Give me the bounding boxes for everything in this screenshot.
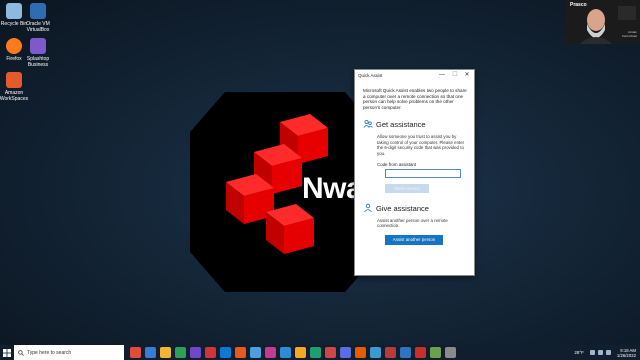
quick-assist-window: Quick Assist — ☐ ✕ Microsoft Quick Assis…	[354, 69, 475, 276]
taskbar-app-icon[interactable]	[280, 347, 291, 358]
taskbar-app-icon[interactable]	[370, 347, 381, 358]
desktop-icon-splashtop[interactable]: Splashtop Business	[23, 38, 53, 68]
taskbar-app-icon[interactable]	[430, 347, 441, 358]
taskbar-app-icon[interactable]	[175, 347, 186, 358]
volume-icon[interactable]	[597, 350, 603, 355]
splashtop-icon	[30, 38, 46, 54]
get-assistance-section: Get assistance	[363, 119, 468, 129]
amazon-workspaces-icon	[6, 72, 22, 88]
clock-time: 9:18 AM	[620, 347, 636, 353]
give-assistance-section: Give assistance	[363, 203, 468, 213]
people-icon	[363, 120, 373, 129]
presenter-caption: Jordan Carmichael	[622, 30, 637, 38]
windows-logo-icon	[3, 348, 11, 357]
battery-icon[interactable]	[605, 350, 611, 355]
presenter-name: Prasco	[570, 2, 587, 8]
get-assistance-heading: Get assistance	[376, 119, 426, 129]
desktop-icon-label: Splashtop Business	[26, 56, 50, 68]
search-placeholder: Type here to search	[27, 349, 72, 356]
taskbar-app-icon[interactable]	[235, 347, 246, 358]
taskbar-app-icon[interactable]	[400, 347, 411, 358]
firefox-icon	[6, 38, 22, 54]
minimize-button[interactable]: —	[436, 71, 448, 80]
window-title: Quick Assist	[358, 73, 383, 78]
taskbar-app-icon[interactable]	[220, 347, 231, 358]
virtualbox-icon	[30, 3, 46, 19]
taskbar-app-icon[interactable]	[250, 347, 261, 358]
code-label: Code from assistant	[377, 162, 417, 167]
person-icon	[364, 203, 372, 213]
taskbar-app-icon[interactable]	[190, 347, 201, 358]
maximize-button[interactable]: ☐	[449, 71, 461, 80]
intro-text: Microsoft Quick Assist enables two peopl…	[363, 88, 467, 110]
presenter-caption-line: Carmichael	[621, 34, 637, 38]
give-assistance-heading: Give assistance	[376, 203, 429, 213]
weather-widget[interactable]: 28°F	[574, 350, 584, 355]
taskbar: Type here to search 28°F 9:18 AM 1/26/20…	[0, 345, 640, 360]
taskbar-app-icon[interactable]	[415, 347, 426, 358]
start-button[interactable]	[0, 345, 14, 360]
taskbar-app-icon[interactable]	[295, 347, 306, 358]
security-code-input[interactable]	[385, 169, 461, 178]
window-titlebar[interactable]: Quick Assist — ☐ ✕	[355, 70, 474, 81]
taskbar-app-icon[interactable]	[310, 347, 321, 358]
network-icon[interactable]	[589, 350, 595, 355]
desktop-icon-label: Oracle VM VirtualBox	[26, 21, 50, 33]
taskbar-app-icon[interactable]	[385, 347, 396, 358]
desktop-icon-label: Amazon WorkSpaces	[0, 90, 29, 102]
taskbar-app-icon[interactable]	[445, 347, 456, 358]
desktop-icon-label: Firefox	[6, 56, 22, 62]
desktop-icon-amazon-workspaces[interactable]: Amazon WorkSpaces	[0, 72, 29, 102]
search-icon	[18, 349, 24, 356]
get-assistance-description: Allow someone you trust to assist you by…	[377, 134, 465, 156]
desktop: Nwa Recycle Bin Oracle VM VirtualBox Fir…	[0, 0, 640, 345]
recycle-bin-icon	[6, 3, 22, 19]
taskbar-search[interactable]: Type here to search	[14, 345, 124, 360]
clock[interactable]: 9:18 AM 1/26/2022	[617, 348, 636, 358]
taskbar-app-icon[interactable]	[205, 347, 216, 358]
give-assistance-description: Assist another person over a remote conn…	[377, 218, 448, 229]
close-button[interactable]: ✕	[461, 71, 473, 80]
taskbar-app-icon[interactable]	[355, 347, 366, 358]
taskbar-apps	[130, 347, 460, 358]
taskbar-app-icon[interactable]	[265, 347, 276, 358]
taskbar-app-icon[interactable]	[160, 347, 171, 358]
assist-another-person-button[interactable]: Assist another person	[385, 234, 443, 245]
taskbar-app-icon[interactable]	[340, 347, 351, 358]
taskbar-app-icon[interactable]	[130, 347, 141, 358]
desktop-icon-virtualbox[interactable]: Oracle VM VirtualBox	[23, 3, 53, 33]
taskbar-app-icon[interactable]	[145, 347, 156, 358]
webcam-overlay: Prasco Jordan Carmichael	[566, 0, 640, 44]
clock-date: 1/26/2022	[616, 352, 636, 358]
share-screen-button[interactable]: Share screen	[385, 184, 429, 193]
taskbar-app-icon[interactable]	[325, 347, 336, 358]
system-tray: 28°F 9:18 AM 1/26/2022	[574, 345, 640, 360]
